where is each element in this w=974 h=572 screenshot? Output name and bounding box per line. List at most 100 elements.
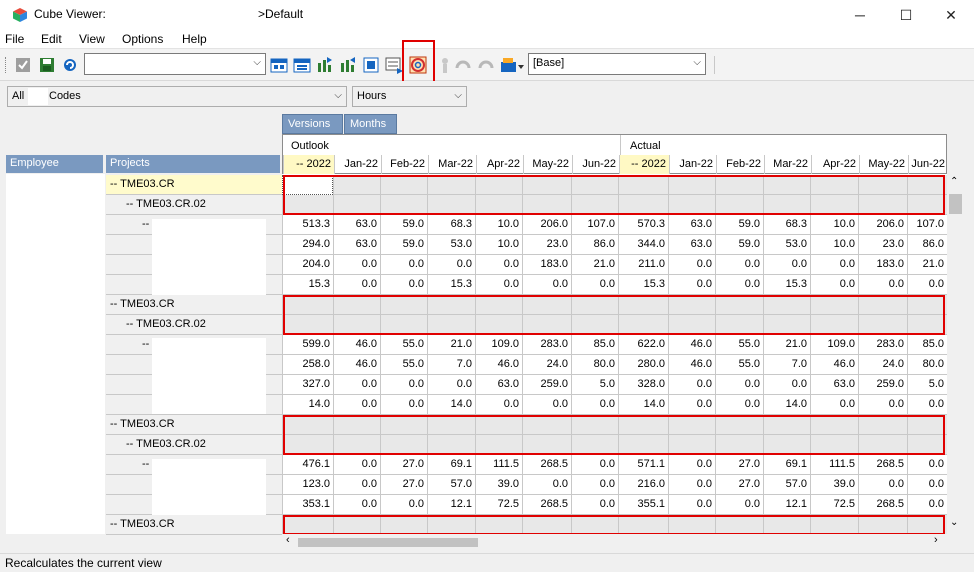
- grid-cell[interactable]: [282, 195, 333, 215]
- vertical-scroll-thumb[interactable]: [949, 194, 962, 214]
- grid-cell[interactable]: [522, 315, 571, 335]
- grid-cell[interactable]: 111.5: [810, 455, 858, 475]
- grid-cell[interactable]: 69.1: [763, 455, 810, 475]
- grid-cell[interactable]: [858, 435, 907, 455]
- grid-cell[interactable]: [475, 415, 522, 435]
- grid-cell[interactable]: 59.0: [380, 215, 427, 235]
- project-row-label[interactable]: -- TME03.CR: [106, 295, 282, 315]
- grid-cell[interactable]: [380, 415, 427, 435]
- grid-cell[interactable]: 0.0: [475, 275, 522, 295]
- grid-cell[interactable]: 0.0: [715, 275, 763, 295]
- grid-cell[interactable]: [810, 175, 858, 195]
- grid-cell[interactable]: [380, 195, 427, 215]
- recalculate-icon[interactable]: [409, 56, 427, 74]
- grid-cell[interactable]: [810, 315, 858, 335]
- grid-cell[interactable]: 111.5: [475, 455, 522, 475]
- grid-cell[interactable]: 258.0: [282, 355, 333, 375]
- project-row-label[interactable]: -- TME03.CR: [106, 515, 282, 535]
- grid-cell[interactable]: 107.0: [907, 215, 947, 235]
- grid-cell[interactable]: 0.0: [668, 255, 715, 275]
- grid-cell[interactable]: 7.0: [763, 355, 810, 375]
- check-icon[interactable]: [14, 56, 32, 74]
- grid-cell[interactable]: 280.0: [618, 355, 668, 375]
- grid-cell[interactable]: 15.3: [618, 275, 668, 295]
- grid-cell[interactable]: 23.0: [522, 235, 571, 255]
- grid-cell[interactable]: 0.0: [858, 475, 907, 495]
- column-header-cell[interactable]: Apr-22: [811, 155, 859, 175]
- grid-cell[interactable]: 63.0: [668, 215, 715, 235]
- grid-cell[interactable]: [380, 175, 427, 195]
- base-select[interactable]: [Base] ⌵: [528, 53, 706, 75]
- grid-cell[interactable]: [475, 195, 522, 215]
- grid-cell[interactable]: 0.0: [380, 375, 427, 395]
- grid-cell[interactable]: [810, 515, 858, 534]
- grid-cell[interactable]: 206.0: [522, 215, 571, 235]
- measure-header-actual[interactable]: Actual: [630, 140, 661, 152]
- grid-cell[interactable]: 0.0: [907, 275, 947, 295]
- close-button[interactable]: ✕: [928, 0, 974, 30]
- chevron-left-icon[interactable]: ‹: [286, 534, 290, 546]
- grid-cell[interactable]: 0.0: [715, 395, 763, 415]
- grid-cell[interactable]: [380, 295, 427, 315]
- minimize-button[interactable]: ─: [837, 0, 883, 30]
- grid-cell[interactable]: 39.0: [475, 475, 522, 495]
- grid-cell[interactable]: [475, 515, 522, 534]
- grid-cell[interactable]: 86.0: [907, 235, 947, 255]
- grid-cell[interactable]: 570.3: [618, 215, 668, 235]
- grid-cell[interactable]: [715, 515, 763, 534]
- codes-select[interactable]: All Codes ⌵: [7, 86, 347, 107]
- row-header-projects[interactable]: Projects: [106, 155, 280, 173]
- grid-cell[interactable]: 268.5: [522, 495, 571, 515]
- grid-cell[interactable]: [858, 295, 907, 315]
- grid-cell[interactable]: 0.0: [810, 275, 858, 295]
- grid-cell[interactable]: 183.0: [522, 255, 571, 275]
- grid-cell[interactable]: 109.0: [810, 335, 858, 355]
- grid-cell[interactable]: [763, 415, 810, 435]
- grid-cell[interactable]: [380, 435, 427, 455]
- grid-cell[interactable]: [333, 195, 380, 215]
- grid-cell[interactable]: 123.0: [282, 475, 333, 495]
- grid-cell[interactable]: [571, 195, 618, 215]
- grid-cell[interactable]: 10.0: [810, 235, 858, 255]
- grid-cell[interactable]: 55.0: [715, 355, 763, 375]
- grid-cell[interactable]: [427, 515, 475, 534]
- grid-cell[interactable]: [668, 435, 715, 455]
- grid-cell[interactable]: [282, 435, 333, 455]
- grid-cell[interactable]: [571, 515, 618, 534]
- grid-cell[interactable]: [668, 515, 715, 534]
- grid-cell[interactable]: 55.0: [380, 335, 427, 355]
- grid-cell[interactable]: [475, 315, 522, 335]
- grid-cell[interactable]: 27.0: [715, 455, 763, 475]
- grid-cell[interactable]: [763, 175, 810, 195]
- grid-cell[interactable]: 63.0: [668, 235, 715, 255]
- grid-cell[interactable]: 59.0: [715, 215, 763, 235]
- grid-cell[interactable]: [618, 295, 668, 315]
- grid-cell[interactable]: 63.0: [810, 375, 858, 395]
- grid-cell[interactable]: 14.0: [618, 395, 668, 415]
- grid-cell[interactable]: [427, 295, 475, 315]
- zoom-out-icon[interactable]: [339, 56, 357, 74]
- grid-cell[interactable]: [763, 195, 810, 215]
- grid-cell[interactable]: [522, 435, 571, 455]
- grid-cell[interactable]: 327.0: [282, 375, 333, 395]
- column-header-cell[interactable]: Jan-22: [334, 155, 381, 175]
- grid-cell[interactable]: [475, 175, 522, 195]
- grid-cell[interactable]: [522, 415, 571, 435]
- grid-cell[interactable]: 344.0: [618, 235, 668, 255]
- grid-cell[interactable]: 107.0: [571, 215, 618, 235]
- grid-cell[interactable]: [668, 175, 715, 195]
- grid-cell[interactable]: 268.5: [522, 455, 571, 475]
- grid-cell[interactable]: [907, 435, 947, 455]
- grid-cell[interactable]: [668, 315, 715, 335]
- grid-cell[interactable]: 21.0: [571, 255, 618, 275]
- project-row-label[interactable]: -- TME03.CR: [106, 415, 282, 435]
- grid-cell[interactable]: 283.0: [858, 335, 907, 355]
- grid-cell[interactable]: 183.0: [858, 255, 907, 275]
- grid-cell[interactable]: 46.0: [333, 335, 380, 355]
- grid-cell[interactable]: [715, 295, 763, 315]
- grid-cell[interactable]: [618, 515, 668, 534]
- grid-cell[interactable]: [715, 435, 763, 455]
- grid-cell[interactable]: [715, 415, 763, 435]
- grid-cell[interactable]: 0.0: [858, 275, 907, 295]
- grid-cell[interactable]: 268.5: [858, 455, 907, 475]
